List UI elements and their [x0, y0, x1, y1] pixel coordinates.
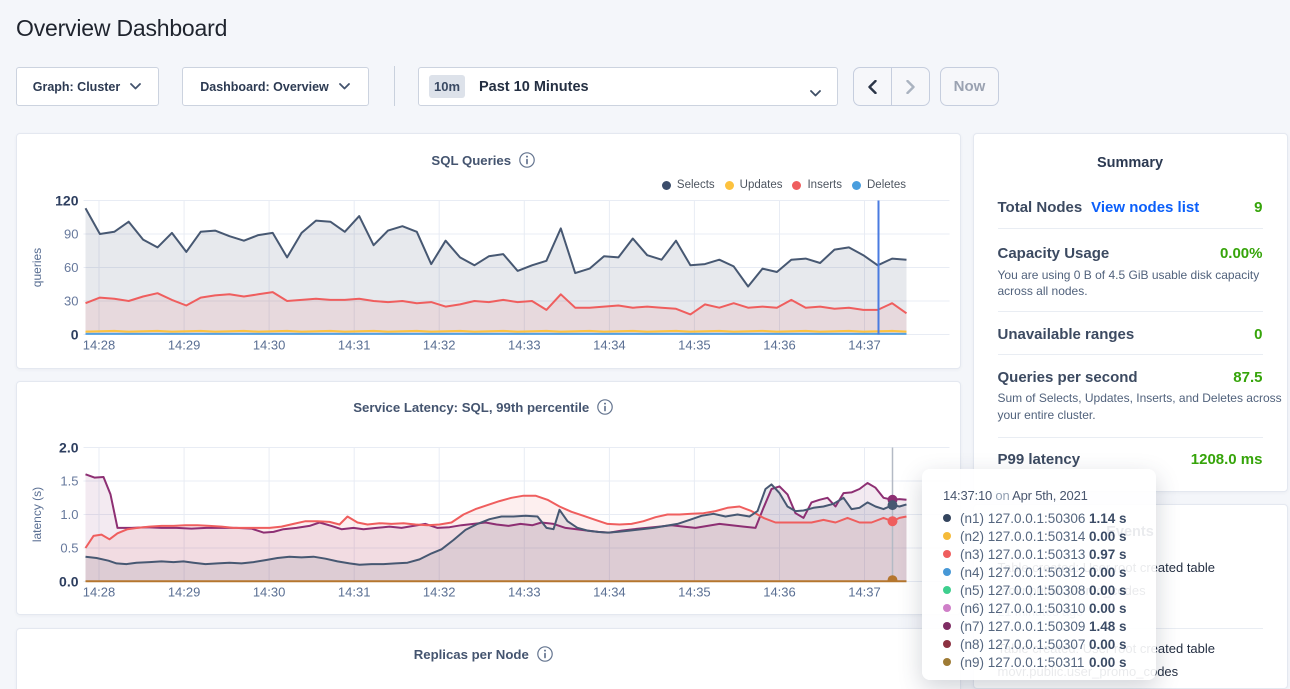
svg-text:60: 60	[64, 260, 78, 275]
svg-text:14:30: 14:30	[252, 338, 285, 353]
svg-text:14:33: 14:33	[508, 584, 541, 599]
svg-text:14:33: 14:33	[508, 338, 541, 353]
svg-text:14:29: 14:29	[167, 338, 200, 353]
svg-text:14:35: 14:35	[678, 338, 711, 353]
svg-text:14:31: 14:31	[337, 584, 370, 599]
svg-text:1.5: 1.5	[60, 473, 78, 488]
svg-text:14:28: 14:28	[82, 584, 115, 599]
svg-text:14:28: 14:28	[82, 338, 115, 353]
svg-text:14:32: 14:32	[422, 338, 455, 353]
svg-text:14:36: 14:36	[763, 584, 796, 599]
svg-text:14:29: 14:29	[167, 584, 200, 599]
svg-text:90: 90	[64, 227, 78, 242]
svg-text:14:34: 14:34	[593, 584, 626, 599]
svg-text:14:32: 14:32	[422, 584, 455, 599]
svg-text:30: 30	[64, 294, 78, 309]
svg-text:14:35: 14:35	[678, 584, 711, 599]
svg-text:14:37: 14:37	[848, 584, 881, 599]
svg-text:14:34: 14:34	[593, 338, 626, 353]
svg-text:14:30: 14:30	[252, 584, 285, 599]
svg-text:latency (s): latency (s)	[30, 486, 44, 541]
svg-text:14:36: 14:36	[763, 338, 796, 353]
svg-text:14:31: 14:31	[337, 338, 370, 353]
svg-text:0.0: 0.0	[59, 573, 79, 589]
svg-text:14:37: 14:37	[848, 338, 881, 353]
svg-text:2.0: 2.0	[59, 439, 79, 455]
svg-text:queries: queries	[30, 248, 44, 287]
svg-text:0: 0	[70, 327, 78, 343]
svg-text:120: 120	[55, 193, 79, 209]
svg-text:1.0: 1.0	[60, 507, 78, 522]
svg-text:0.5: 0.5	[60, 540, 78, 555]
